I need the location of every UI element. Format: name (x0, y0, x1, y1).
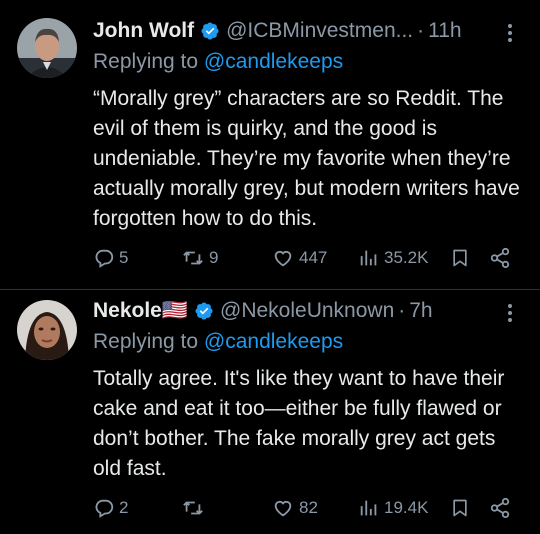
author-name[interactable]: John Wolf (93, 19, 194, 43)
bookmark-icon (453, 249, 467, 267)
author-handle[interactable]: @NekoleUnknown (220, 299, 394, 323)
views-button[interactable]: 19.4K (358, 495, 428, 521)
replying-to-mention[interactable]: @candlekeeps (204, 50, 343, 73)
timestamp[interactable]: 7h (409, 299, 432, 323)
reply-count: 5 (119, 248, 129, 267)
share-icon (490, 247, 510, 269)
like-icon (274, 500, 292, 517)
action-bar: 2 82 19.4K (93, 495, 522, 521)
repost-button[interactable] (181, 495, 209, 521)
replying-prefix: Replying to (93, 50, 204, 73)
views-count: 35.2K (384, 248, 429, 267)
views-icon (360, 250, 377, 266)
avatar[interactable] (17, 18, 77, 78)
bookmark-button[interactable] (450, 495, 470, 521)
tweet-nekole[interactable]: Nekole🇺🇸 @NekoleUnknown · 7h Replying to… (0, 290, 540, 534)
views-count: 19.4K (384, 498, 429, 517)
repost-count: 9 (209, 248, 219, 267)
separator-dot: · (398, 299, 406, 322)
replying-to-mention[interactable]: @candlekeeps (204, 330, 343, 353)
like-icon (274, 250, 292, 267)
share-button[interactable] (489, 245, 511, 271)
replying-to: Replying to @candlekeeps (93, 330, 343, 354)
more-icon[interactable] (508, 21, 514, 45)
views-button[interactable]: 35.2K (358, 245, 428, 271)
author-handle[interactable]: @ICBMinvestmen... (226, 19, 413, 43)
like-count: 447 (299, 248, 328, 267)
more-icon[interactable] (508, 301, 514, 325)
tweet-text: Totally agree. It's like they want to ha… (93, 367, 505, 480)
timestamp[interactable]: 11h (428, 19, 461, 43)
tweet-text: “Morally grey” characters are so Reddit.… (93, 87, 520, 230)
verified-badge-icon (201, 22, 219, 40)
replying-to: Replying to @candlekeeps (93, 50, 343, 74)
repost-button[interactable]: 9 (181, 245, 218, 271)
like-count: 82 (299, 498, 318, 517)
verified-badge-icon (195, 302, 213, 320)
separator-dot: · (417, 19, 425, 42)
repost-icon (183, 251, 203, 265)
tweet-john-wolf[interactable]: John Wolf @ICBMinvestmen... · 11h Replyi… (0, 0, 540, 290)
repost-icon (183, 501, 203, 515)
reply-count: 2 (119, 498, 129, 517)
action-bar: 5 9 447 35.2K (93, 245, 522, 271)
share-button[interactable] (489, 495, 511, 521)
reply-icon (95, 249, 114, 268)
bookmark-icon (453, 499, 467, 517)
views-icon (360, 500, 377, 516)
author-name[interactable]: Nekole🇺🇸 (93, 299, 188, 323)
reply-button[interactable]: 2 (93, 495, 128, 521)
tweet-header: Nekole🇺🇸 @NekoleUnknown · 7h (93, 296, 540, 326)
share-icon (490, 497, 510, 519)
bookmark-button[interactable] (450, 245, 470, 271)
reply-button[interactable]: 5 (93, 245, 128, 271)
like-button[interactable]: 447 (271, 245, 327, 271)
replying-prefix: Replying to (93, 330, 204, 353)
avatar[interactable] (17, 300, 77, 360)
like-button[interactable]: 82 (271, 495, 318, 521)
tweet-header: John Wolf @ICBMinvestmen... · 11h (93, 16, 540, 46)
reply-icon (95, 499, 114, 518)
